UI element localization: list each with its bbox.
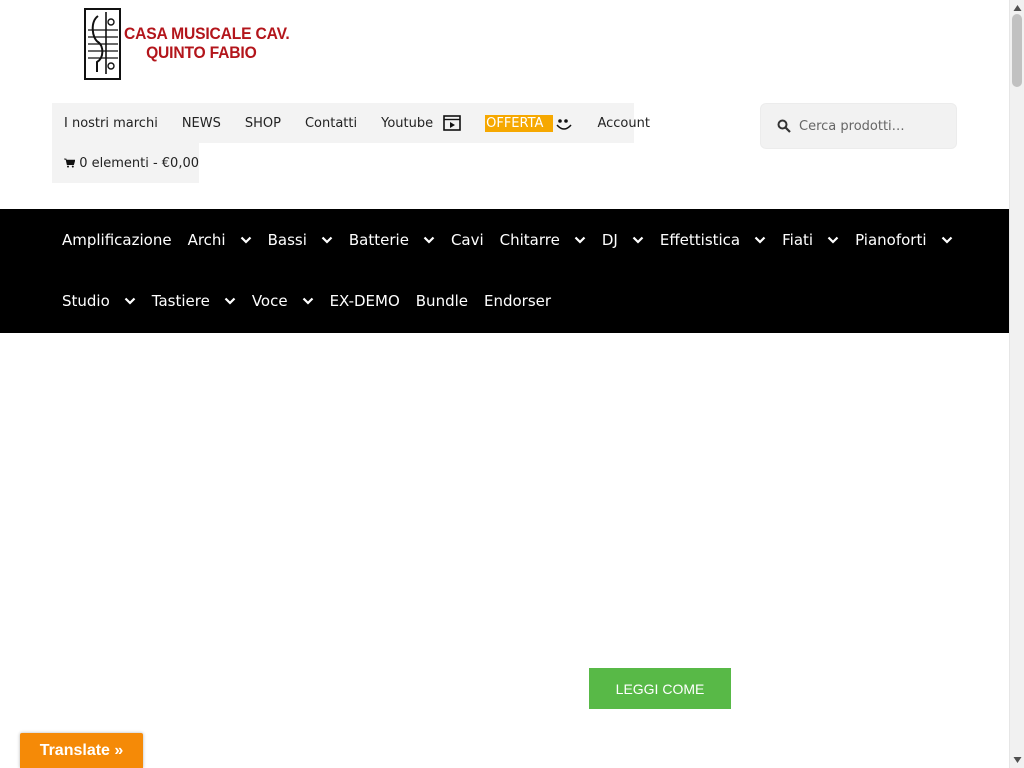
category-label: Studio bbox=[62, 291, 110, 310]
category-tastiere[interactable]: Tastiere bbox=[152, 292, 236, 310]
category-label: Fiati bbox=[782, 230, 814, 249]
chevron-down-icon bbox=[632, 236, 644, 244]
category-row-1: Amplificazione Archi Bassi Batterie Cavi… bbox=[62, 209, 969, 270]
product-search bbox=[760, 103, 957, 149]
nav-item-news[interactable]: NEWS bbox=[170, 103, 233, 143]
category-label: Bundle bbox=[415, 291, 468, 310]
chevron-down-icon bbox=[941, 236, 952, 244]
category-nav: Amplificazione Archi Bassi Batterie Cavi… bbox=[0, 209, 1009, 333]
category-chitarre[interactable]: Chitarre bbox=[500, 231, 586, 249]
chevron-down-icon bbox=[302, 297, 313, 305]
nav-item-label: Account bbox=[597, 115, 650, 131]
category-label: Batterie bbox=[348, 230, 409, 249]
nav-item-label: SHOP bbox=[244, 115, 281, 131]
site-logo[interactable]: CASA MUSICALE CAV. QUINTO FABIO bbox=[84, 8, 290, 82]
scroll-up-arrow-icon[interactable] bbox=[1013, 4, 1022, 12]
video-icon bbox=[443, 115, 461, 131]
category-label: Endorser bbox=[484, 291, 552, 310]
category-studio[interactable]: Studio bbox=[62, 292, 136, 310]
nav-item-youtube[interactable]: Youtube bbox=[369, 103, 473, 143]
category-label: Effettistica bbox=[659, 230, 741, 249]
category-archi[interactable]: Archi bbox=[188, 231, 252, 249]
chevron-down-icon bbox=[240, 236, 251, 244]
nav-item-label: Youtube bbox=[381, 115, 434, 131]
music-staff-logo-icon bbox=[84, 8, 121, 80]
scroll-down-arrow-icon[interactable] bbox=[1013, 756, 1022, 764]
logo-wordmark: CASA MUSICALE CAV. QUINTO FABIO bbox=[124, 24, 290, 62]
nav-item-label: NEWS bbox=[181, 115, 221, 131]
category-dj[interactable]: DJ bbox=[602, 231, 644, 249]
search-icon bbox=[777, 119, 791, 133]
logo-line-2: QUINTO FABIO bbox=[146, 43, 257, 62]
chevron-down-icon bbox=[827, 236, 839, 244]
search-input[interactable] bbox=[799, 118, 949, 134]
scrollbar-thumb[interactable] bbox=[1012, 14, 1022, 87]
chevron-down-icon bbox=[224, 297, 236, 305]
secondary-nav: I nostri marchi NEWS SHOP Contatti Youtu… bbox=[52, 103, 650, 143]
category-label: Voce bbox=[251, 291, 288, 310]
offer-badge: OFFERTA bbox=[485, 114, 554, 132]
category-bundle[interactable]: Bundle bbox=[416, 292, 468, 310]
category-voce[interactable]: Voce bbox=[252, 292, 314, 310]
category-label: Bassi bbox=[267, 230, 307, 249]
category-ex-demo[interactable]: EX-DEMO bbox=[330, 292, 400, 310]
category-label: Chitarre bbox=[499, 230, 560, 249]
category-label: Archi bbox=[187, 230, 226, 249]
chevron-down-icon bbox=[423, 236, 435, 244]
category-cavi[interactable]: Cavi bbox=[451, 231, 484, 249]
category-label: Cavi bbox=[450, 230, 484, 249]
category-label: Tastiere bbox=[151, 291, 210, 310]
chevron-down-icon bbox=[574, 236, 586, 244]
nav-item-label: I nostri marchi bbox=[64, 115, 158, 131]
nav-item-contacts[interactable]: Contatti bbox=[293, 103, 369, 143]
cart-icon bbox=[64, 158, 76, 168]
chevron-down-icon bbox=[321, 236, 333, 244]
category-endorser[interactable]: Endorser bbox=[484, 292, 551, 310]
category-label: EX-DEMO bbox=[329, 291, 400, 310]
chevron-down-icon bbox=[754, 236, 766, 244]
category-label: DJ bbox=[601, 230, 618, 249]
category-label: Amplificazione bbox=[62, 230, 172, 249]
chevron-down-icon bbox=[124, 297, 136, 305]
cart-summary: 0 elementi - €0,00 bbox=[79, 155, 199, 171]
category-row-2: Studio Tastiere Voce EX-DEMO Bundle Endo… bbox=[62, 270, 567, 331]
logo-line-1: CASA MUSICALE CAV. bbox=[124, 24, 290, 43]
cart-link[interactable]: 0 elementi - €0,00 bbox=[52, 143, 199, 183]
nav-item-account[interactable]: Account bbox=[585, 103, 662, 143]
category-amplificazione[interactable]: Amplificazione bbox=[62, 231, 172, 249]
read-more-button[interactable]: LEGGI COME bbox=[589, 668, 731, 709]
nav-item-brands[interactable]: I nostri marchi bbox=[52, 103, 170, 143]
nav-item-label: Contatti bbox=[304, 115, 358, 131]
category-effettistica[interactable]: Effettistica bbox=[660, 231, 766, 249]
category-pianoforti[interactable]: Pianoforti bbox=[855, 231, 952, 249]
nav-item-shop[interactable]: SHOP bbox=[233, 103, 293, 143]
smile-icon bbox=[556, 119, 573, 130]
page-scrollbar[interactable] bbox=[1009, 0, 1024, 768]
category-bassi[interactable]: Bassi bbox=[268, 231, 333, 249]
category-batterie[interactable]: Batterie bbox=[349, 231, 435, 249]
nav-item-offerta[interactable]: OFFERTA bbox=[473, 103, 585, 143]
translate-button[interactable]: Translate » bbox=[20, 733, 143, 768]
category-fiati[interactable]: Fiati bbox=[782, 231, 839, 249]
category-label: Pianoforti bbox=[855, 230, 927, 249]
